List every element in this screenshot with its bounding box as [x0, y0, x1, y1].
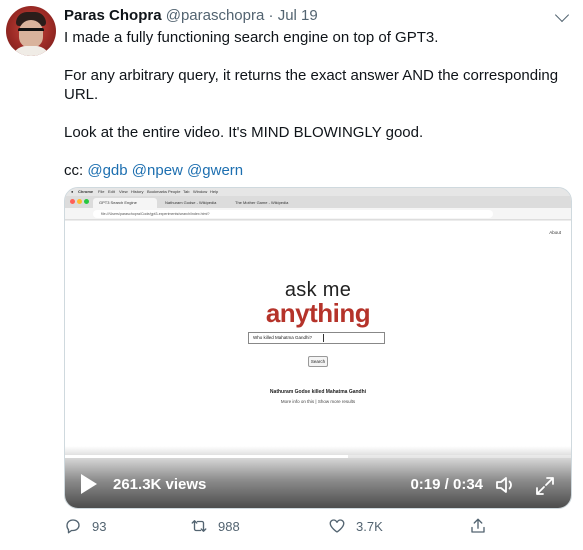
tweet-paragraph-1: I made a fully functioning search engine…: [64, 29, 439, 46]
cc-prefix: cc:: [64, 162, 88, 179]
header-separator: ·: [268, 7, 274, 24]
menu-bookmarks: Bookmarks: [147, 189, 168, 194]
menu-chrome: Chrome: [78, 189, 94, 194]
avatar[interactable]: [6, 6, 56, 56]
browser-tab-1: GPT3 Search Engine: [93, 198, 157, 208]
mention-gdb[interactable]: @gdb: [87, 162, 127, 179]
menu-file: File: [98, 189, 105, 194]
mac-menu-bar: ● Chrome File Edit View History Bookmark…: [65, 188, 571, 196]
menu-edit: Edit: [108, 189, 115, 194]
more-options-chevron-icon[interactable]: [554, 7, 570, 23]
apple-icon: ●: [71, 189, 74, 194]
tweet-paragraph-2: For any arbitrary query, it returns the …: [64, 67, 559, 103]
reply-count: 93: [92, 518, 107, 534]
fullscreen-icon[interactable]: [535, 476, 555, 496]
browser-toolbar: file:///Users/paraschopra/Code/gpt3-expe…: [65, 208, 571, 220]
menu-view: View: [119, 189, 128, 194]
retweet-icon: [191, 520, 207, 532]
about-link: About: [549, 230, 561, 235]
tweet-date[interactable]: Jul 19: [278, 7, 318, 24]
menu-tab: Tab: [183, 189, 190, 194]
volume-muted-icon[interactable]: [495, 475, 517, 495]
like-button[interactable]: 3.7K: [328, 515, 383, 537]
avatar-glasses: [18, 28, 44, 34]
progress-track[interactable]: [65, 455, 571, 458]
text-cursor-icon: [323, 334, 324, 342]
player-controls-overlay: 261.3K views 0:19 / 0:34: [65, 446, 571, 508]
browser-tab-2: Nathuram Godse - Wikipedia: [165, 200, 217, 205]
menu-history: History: [131, 189, 144, 194]
retweet-button[interactable]: 988: [190, 515, 240, 537]
more-info-links: More info on this | Show more results: [280, 399, 356, 404]
menu-window: Window: [193, 189, 208, 194]
address-bar: file:///Users/paraschopra/Code/gpt3-expe…: [93, 210, 493, 218]
avatar-face: [19, 20, 43, 48]
avatar-shirt: [12, 46, 50, 56]
play-icon[interactable]: [81, 474, 97, 494]
tweet-cc-line: cc: @gdb @npew @gwern: [64, 161, 564, 180]
tweet-text: I made a fully functioning search engine…: [64, 28, 564, 199]
heart-icon: [329, 519, 345, 533]
search-query-input: Who killed Mahatma Gandhi?: [248, 332, 385, 344]
retweet-count: 988: [218, 518, 240, 534]
progress-fill: [65, 455, 349, 458]
like-count: 3.7K: [356, 518, 383, 534]
reply-icon: [66, 519, 80, 534]
share-icon: [471, 518, 485, 533]
author-handle[interactable]: @paraschopra: [166, 7, 265, 24]
view-count: 261.3K views: [113, 476, 207, 493]
window-zoom-icon: [84, 199, 89, 204]
playback-time: 0:19 / 0:34: [410, 476, 483, 493]
menu-help: Help: [210, 189, 219, 194]
logo-anything: anything: [265, 298, 371, 328]
mention-gwern[interactable]: @gwern: [187, 162, 243, 179]
menu-people: People: [168, 189, 181, 194]
author-name[interactable]: Paras Chopra: [64, 7, 162, 24]
search-answer: Nathuram Godse killed Mahatma Gandhi: [269, 389, 367, 395]
tweet-header: Paras Chopra @paraschopra · Jul 19: [64, 7, 318, 24]
browser-tab-3: The Mother Game - Wikipedia: [235, 200, 289, 205]
tweet-actions: 93 988 3.7K: [64, 515, 564, 537]
window-minimize-icon: [77, 199, 82, 204]
window-close-icon: [70, 199, 75, 204]
reply-button[interactable]: 93: [64, 515, 106, 537]
browser-tab-strip: GPT3 Search Engine Nathuram Godse - Wiki…: [65, 196, 571, 208]
search-button: Search: [308, 356, 328, 367]
mention-npew[interactable]: @npew: [132, 162, 183, 179]
tweet-paragraph-3: Look at the entire video. It's MIND BLOW…: [64, 124, 424, 141]
video-player[interactable]: ● Chrome File Edit View History Bookmark…: [64, 187, 572, 509]
share-button[interactable]: [469, 515, 497, 537]
